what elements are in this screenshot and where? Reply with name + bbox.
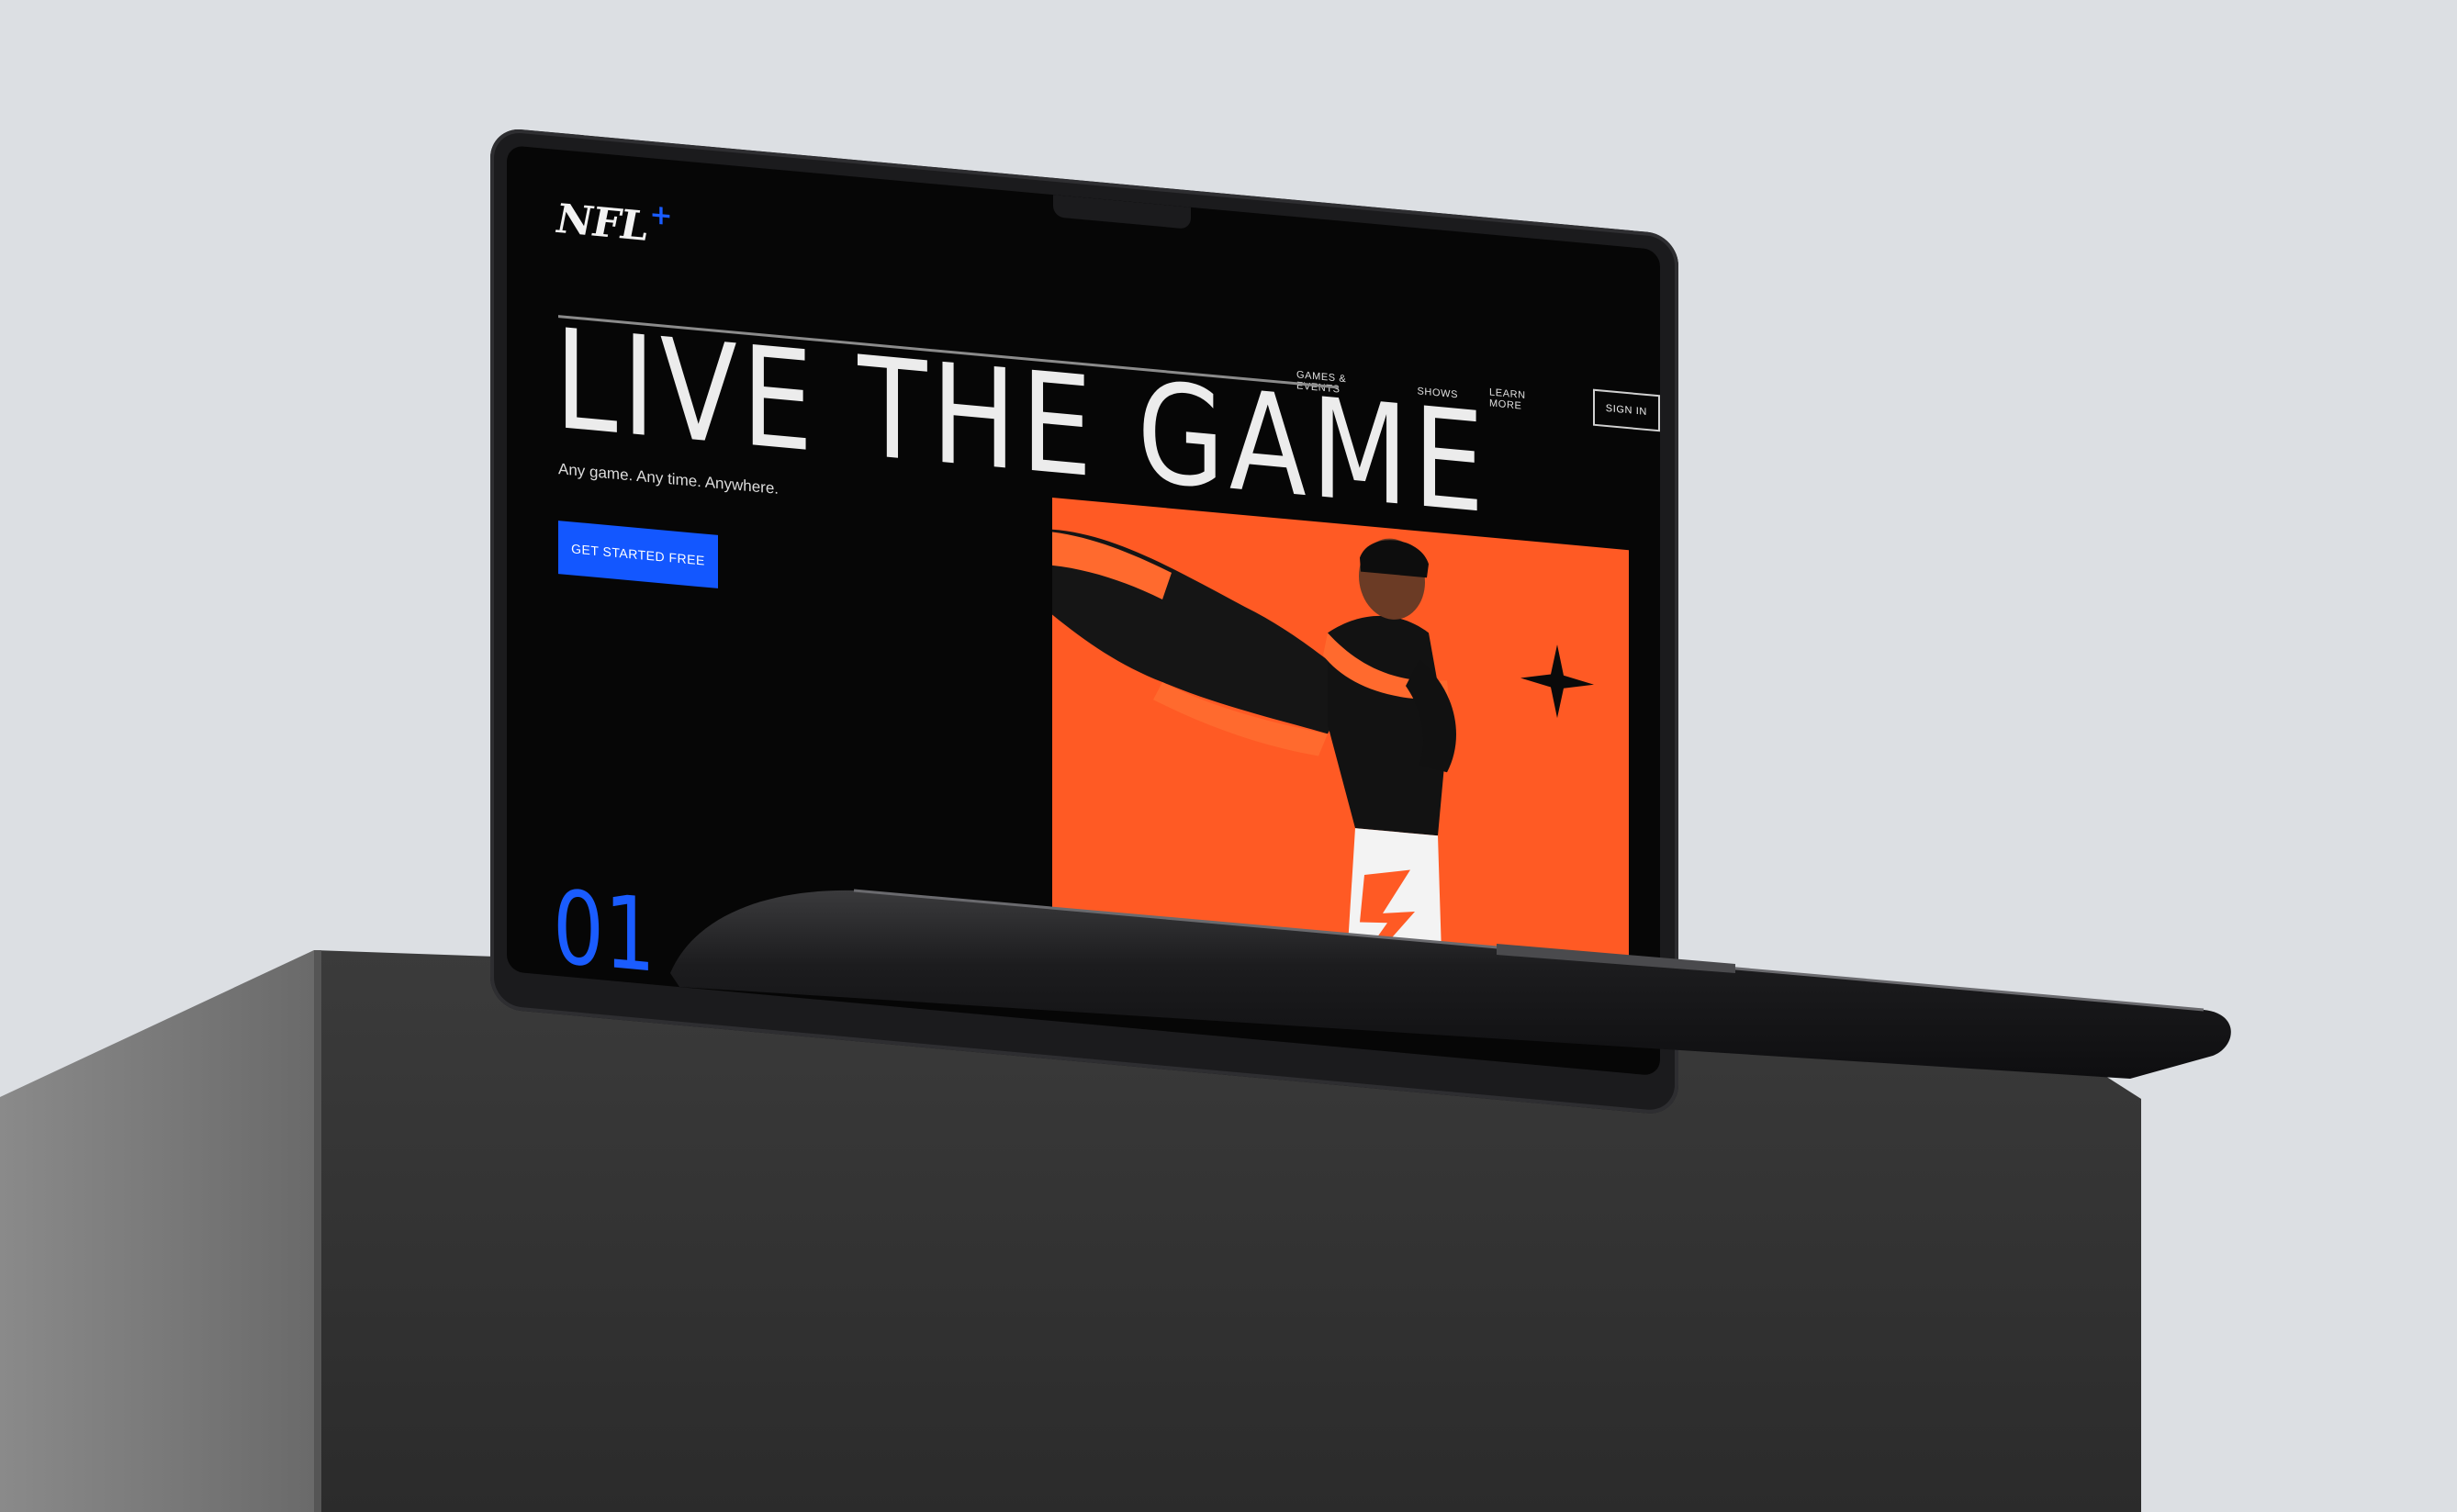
mockup-scene: NFL + GAMES & EVENTS SHOWS LEARN MORE SI… bbox=[0, 0, 2457, 1512]
laptop-base bbox=[670, 889, 2231, 1079]
